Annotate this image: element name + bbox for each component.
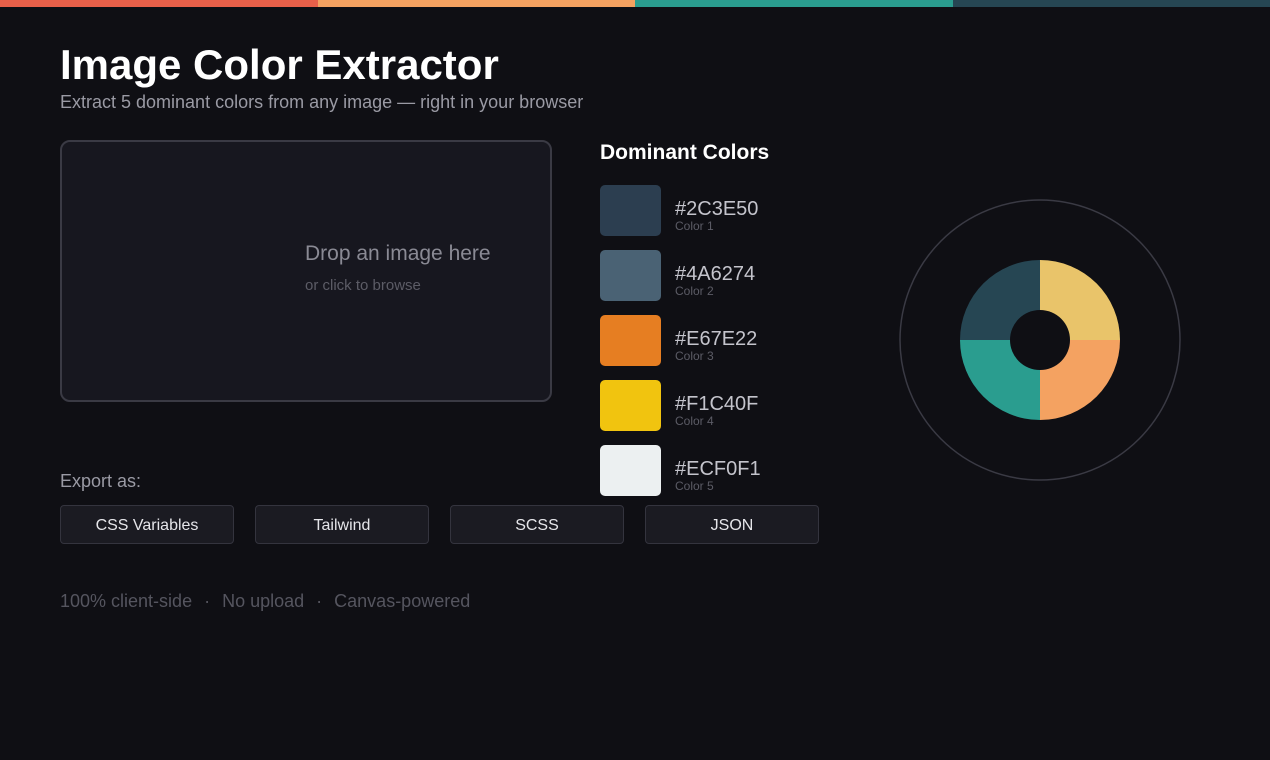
page-title: Image Color Extractor xyxy=(60,41,499,88)
export-scss-button[interactable]: SCSS xyxy=(450,505,624,544)
dominant-colors-heading: Dominant Colors xyxy=(600,141,770,164)
color-swatch-row[interactable]: #E67E22 Color 3 xyxy=(600,315,820,367)
footer-item: 100% client-side xyxy=(60,591,193,611)
color-swatch-row[interactable]: #4A6274 Color 2 xyxy=(600,250,820,302)
color-swatch-row[interactable]: #F1C40F Color 4 xyxy=(600,380,820,432)
accent-bar xyxy=(0,0,1270,7)
color-label: Color 2 xyxy=(675,284,714,298)
export-tailwind-button[interactable]: Tailwind xyxy=(255,505,429,544)
color-swatch[interactable] xyxy=(600,315,661,366)
color-swatch[interactable] xyxy=(600,380,661,431)
footer-info: 100% client-side · No upload · Canvas-powere… xyxy=(60,590,470,612)
color-label: Color 1 xyxy=(675,219,714,233)
color-hex: #4A6274 xyxy=(675,263,756,285)
color-label: Color 3 xyxy=(675,349,714,363)
color-swatch[interactable] xyxy=(600,445,661,496)
footer-separator: · xyxy=(204,591,211,611)
color-swatch[interactable] xyxy=(600,185,661,236)
color-hex: #F1C40F xyxy=(675,393,759,415)
wheel-hole xyxy=(1010,310,1070,370)
export-css-variables-button[interactable]: CSS Variables xyxy=(60,505,234,544)
accent-segment xyxy=(0,0,318,7)
color-swatch-row[interactable]: #2C3E50 Color 1 xyxy=(600,185,820,237)
color-label: Color 5 xyxy=(675,479,714,493)
accent-segment xyxy=(952,0,1270,7)
export-label: Export as: xyxy=(60,471,142,491)
dropzone-title: Drop an image here xyxy=(305,242,491,265)
footer-item: No upload xyxy=(222,591,305,611)
export-button-group: CSS Variables Tailwind SCSS JSON xyxy=(60,505,822,546)
export-json-button[interactable]: JSON xyxy=(645,505,819,544)
color-hex: #ECF0F1 xyxy=(675,458,761,480)
accent-segment xyxy=(317,0,635,7)
color-label: Color 4 xyxy=(675,414,714,428)
accent-segment xyxy=(635,0,953,7)
footer-separator: · xyxy=(316,591,323,611)
image-dropzone[interactable]: Drop an image here or click to browse xyxy=(60,140,552,402)
color-swatch[interactable] xyxy=(600,250,661,301)
color-swatch-row[interactable]: #ECF0F1 Color 5 xyxy=(600,445,820,497)
color-wheel xyxy=(899,199,1181,481)
footer-item: Canvas-powered xyxy=(334,591,471,611)
dropzone-subtitle: or click to browse xyxy=(305,277,421,294)
page-subtitle: Extract 5 dominant colors from any image… xyxy=(60,92,584,112)
color-hex: #2C3E50 xyxy=(675,198,759,220)
color-hex: #E67E22 xyxy=(675,328,758,350)
